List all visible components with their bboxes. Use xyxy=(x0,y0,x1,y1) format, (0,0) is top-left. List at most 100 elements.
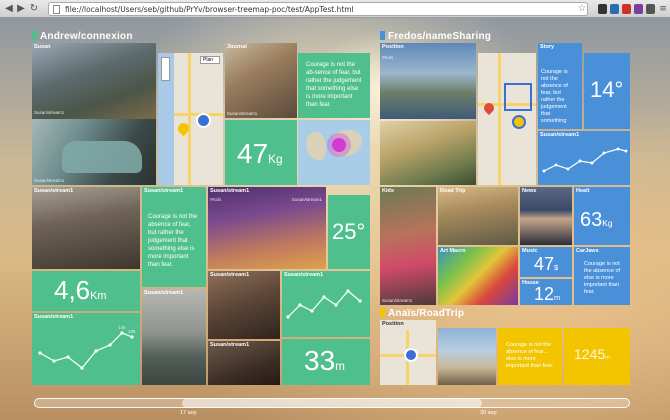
map-cluster-marker[interactable] xyxy=(332,138,346,152)
tile-label: Susan/stream1 xyxy=(210,272,250,278)
tile-photo-portrait[interactable]: Susan/stream1 xyxy=(208,341,280,385)
tile-label: Susan/stream1 xyxy=(34,188,74,194)
tile-label: Position xyxy=(382,44,404,50)
tile-story-graph[interactable]: Susan/stream1 xyxy=(538,131,630,185)
url-bar[interactable]: file://localhost/Users/seb/github/PrYv/b… xyxy=(48,2,588,16)
weight-unit: Kg xyxy=(268,153,283,166)
line-graph xyxy=(542,147,628,173)
url-text: file://localhost/Users/seb/github/PrYv/b… xyxy=(65,5,354,14)
map-type-select[interactable]: Plan xyxy=(200,56,220,64)
line-graph xyxy=(38,331,134,370)
tile-anais-value[interactable]: 1245m xyxy=(564,328,630,385)
map-cluster-marker[interactable] xyxy=(404,348,418,362)
tile-label: CarJaws xyxy=(576,248,599,254)
car-body xyxy=(62,141,142,173)
tile-art-macro[interactable]: Art Macro xyxy=(438,247,518,305)
tile-caption: Susan/stream1 xyxy=(34,110,65,115)
music-value: 47$ xyxy=(534,254,559,274)
anais-unit: m xyxy=(605,355,611,361)
tile-position-landscape[interactable] xyxy=(380,121,476,185)
tile-house[interactable]: House 12m xyxy=(520,279,572,305)
extension-icon-1[interactable] xyxy=(598,4,607,14)
tile-label: Road Trip xyxy=(440,188,466,194)
tile-anais-map[interactable]: Position xyxy=(380,320,436,385)
tile-story[interactable]: Story Courage is not the absence of fear… xyxy=(538,43,582,129)
distance-value: 4,6Km xyxy=(54,275,107,305)
tile-label: Art Macro xyxy=(440,248,466,254)
tile-graph[interactable]: Susan/stream1 145 185 xyxy=(32,313,140,385)
tile-photo-shoes[interactable]: Susan/stream1 xyxy=(32,187,140,269)
tile-carjaws[interactable]: CarJaws Courage is not the absence of el… xyxy=(574,247,630,305)
tile-label: Susan/stream1 xyxy=(210,342,250,348)
back-icon[interactable]: ◀ xyxy=(3,3,15,15)
tile-health[interactable]: Healt 63Kg xyxy=(574,187,630,245)
tile-photo-lighthouse[interactable]: Susan/stream1 xyxy=(142,289,206,385)
tile-distance[interactable]: 4,6Km xyxy=(32,271,140,311)
tile-hashtag: #Kids xyxy=(382,55,394,60)
group-title-text: Andrew/connexion xyxy=(40,31,133,42)
extension-icon-4[interactable] xyxy=(634,4,643,14)
quote-text: Courage is not the ab-sence of fear, but… xyxy=(306,62,362,108)
tile-anais-quote[interactable]: Courage is not the absence of fear... el… xyxy=(498,328,562,385)
map-continent xyxy=(306,132,326,160)
tile-journal-quote[interactable]: Courage is not the ab-sence of fear, but… xyxy=(298,53,370,118)
group-title-fredos: Fredos/nameSharing xyxy=(380,31,491,42)
tile-temperature[interactable]: 25° xyxy=(328,195,370,269)
map-cluster-marker[interactable] xyxy=(512,115,526,129)
extension-icon-3[interactable] xyxy=(622,4,631,14)
health-unit: Kg xyxy=(602,218,613,228)
tile-label: Position xyxy=(382,321,404,327)
reload-icon[interactable]: ↻ xyxy=(28,3,40,15)
tile-journal[interactable]: Journal Susan/stream1 xyxy=(225,43,297,118)
extension-icon-2[interactable] xyxy=(610,4,619,14)
quote-text: Courage is not the absence of fear... el… xyxy=(506,342,554,369)
group-color-dot xyxy=(32,31,37,40)
tile-weight[interactable]: 47Kg xyxy=(225,120,297,185)
house-unit: m xyxy=(554,293,561,302)
map-road xyxy=(498,53,501,185)
timeline-tick-label: 30 sep xyxy=(480,410,497,416)
tile-position-lake[interactable]: Position #Kids xyxy=(380,43,476,119)
photo-landscape xyxy=(32,43,156,119)
tile-world-map[interactable] xyxy=(298,120,370,185)
tile-label: Kids xyxy=(382,188,394,194)
extension-icon-5[interactable] xyxy=(646,4,655,14)
tile-city[interactable]: Susan/stream1 #Kids Susan/stream1 xyxy=(208,187,326,269)
tile-road-trip[interactable]: Road Trip xyxy=(438,187,518,245)
map-zoom-control[interactable] xyxy=(161,57,170,81)
group-title-anais: Anaïs/RoadTrip xyxy=(380,308,464,319)
tile-label: Story xyxy=(540,44,555,50)
quote-text: Courage is not the absence of fear, but … xyxy=(148,214,198,268)
temperature-value: 14° xyxy=(590,77,624,102)
tile-anais-photo[interactable] xyxy=(438,328,496,385)
tile-label: Healt xyxy=(576,188,590,194)
tile-map-2[interactable] xyxy=(478,53,536,185)
group-title-text: Anaïs/RoadTrip xyxy=(388,308,465,319)
tile-news[interactable]: News xyxy=(520,187,572,245)
quote-text: Courage is not the absence of fear, but … xyxy=(541,69,568,124)
timeline-tick-label: 17 sep xyxy=(180,410,197,416)
tile-map[interactable]: Plan xyxy=(158,53,223,185)
group-title-andrew: Andrew/connexion xyxy=(32,31,133,42)
map-road xyxy=(188,53,191,185)
duration-value: 33m xyxy=(304,345,345,376)
timeline-range-handle[interactable] xyxy=(182,398,482,408)
bookmark-star-icon[interactable]: ☆ xyxy=(576,3,588,15)
forward-icon[interactable]: ▶ xyxy=(15,3,27,15)
tile-music[interactable]: Music 47$ xyxy=(520,247,572,277)
tile-graph-2[interactable]: Susan/stream1 xyxy=(282,271,370,337)
tile-kids[interactable]: Kids Susan/stream1 xyxy=(380,187,436,305)
health-value: 63Kg xyxy=(580,209,613,231)
tile-quote-b[interactable]: Susan/stream1 Courage is not the absence… xyxy=(142,187,206,287)
tile-susan[interactable]: Susan Susan/stream1 Susan/stream1 xyxy=(32,43,156,185)
tile-caption: Susan/stream1 xyxy=(291,197,322,202)
tile-photo-people[interactable]: Susan/stream1 xyxy=(208,271,280,339)
tile-label: Journal xyxy=(227,44,247,50)
tile-duration[interactable]: 33m xyxy=(282,339,370,385)
tile-label: Susan xyxy=(34,44,51,50)
map-route xyxy=(504,83,532,111)
tile-caption: Susan/stream1 xyxy=(382,298,413,303)
map-cluster-marker[interactable] xyxy=(196,113,211,128)
tile-story-temp[interactable]: 14° xyxy=(584,53,630,129)
menu-icon[interactable]: ≡ xyxy=(657,3,669,15)
